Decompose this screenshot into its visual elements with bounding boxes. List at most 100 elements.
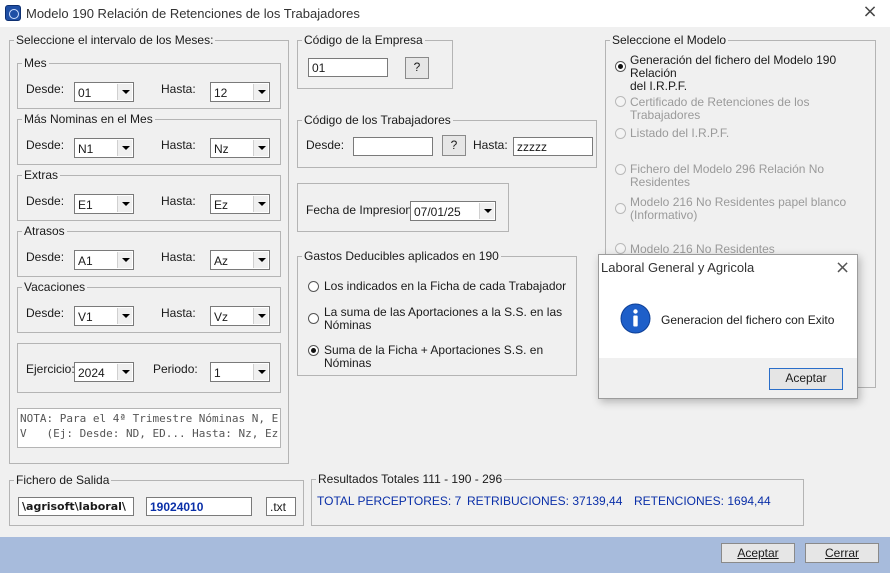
trabajadores-hasta-input[interactable]: zzzzz [513,137,593,156]
fichero-ext-input[interactable]: .txt [266,497,296,516]
app-icon [5,5,21,21]
mes-group: Mes Desde: 01 Hasta: 12 [17,56,281,109]
chevron-down-icon[interactable] [253,140,268,156]
chevron-down-icon[interactable] [117,252,132,268]
info-icon [620,303,651,334]
atrasos-desde-value: A1 [78,254,93,268]
chevron-down-icon[interactable] [253,252,268,268]
fichero-path-input[interactable]: \agrisoft\laboral\ [18,497,134,516]
atrasos-desde-label: Desde: [26,250,65,264]
dialog-ok-button[interactable]: Aceptar [769,368,843,390]
chevron-down-icon[interactable] [253,84,268,100]
chevron-down-icon[interactable] [253,308,268,324]
modelo-label-190: Generación del fichero del Modelo 190 Re… [630,54,875,93]
chevron-down-icon[interactable] [117,308,132,324]
extras-hasta-value: Ez [214,198,229,212]
mes-desde-label: Desde: [26,82,65,96]
periodo-combo[interactable]: 1 [210,362,270,382]
gastos-label-suma: Suma de la Ficha + Aportaciones S.S. en … [324,343,544,370]
empresa-help-button[interactable]: ? [405,57,429,79]
empresa-group: Código de la Empresa 01 ? [297,33,453,89]
atrasos-desde-combo[interactable]: A1 [74,250,134,270]
vacaciones-desde-value: V1 [78,310,93,324]
extras-group: Extras Desde: E1 Hasta: Ez [17,168,281,221]
dialog-close-button[interactable]: × [835,257,850,278]
aceptar-button[interactable]: Aceptar [721,543,795,563]
ejercicio-group: Ejercicio: 2024 Periodo: 1 [17,343,281,393]
total-retenciones: RETENCIONES: 1694,44 [634,494,771,508]
mes-desde-value: 01 [78,86,92,100]
modelo-radio-216-papel[interactable] [615,203,626,214]
chevron-down-icon[interactable] [117,140,132,156]
vacaciones-hasta-combo[interactable]: Vz [210,306,270,326]
fecha-label: Fecha de Impresion: [306,203,416,217]
nominas-desde-label: Desde: [26,138,65,152]
modelo-radio-certificado[interactable] [615,96,626,107]
gastos-label-aportaciones-line2: Nóminas [324,318,372,332]
modelo-radio-listado[interactable] [615,128,626,139]
extras-desde-value: E1 [78,198,93,212]
modelo-radio-190[interactable] [615,61,626,72]
gastos-legend: Gastos Deducibles aplicados en 190 [302,249,501,263]
total-retribuciones: RETRIBUCIONES: 37139,44 [467,494,623,508]
vacaciones-desde-combo[interactable]: V1 [74,306,134,326]
vacaciones-legend: Vacaciones [22,280,88,294]
empresa-code-input[interactable]: 01 [308,58,388,77]
atrasos-legend: Atrasos [22,224,67,238]
extras-hasta-label: Hasta: [161,194,196,208]
periodo-value: 1 [214,366,221,380]
nominas-desde-value: N1 [78,142,94,156]
nominas-hasta-combo[interactable]: Nz [210,138,270,158]
mes-hasta-value: 12 [214,86,228,100]
gastos-radio-aportaciones[interactable] [308,313,319,324]
chevron-down-icon[interactable] [117,84,132,100]
nota-textarea: NOTA: Para el 4ª Trimestre Nóminas N, E,… [17,408,281,448]
gastos-label-ficha: Los indicados en la Ficha de cada Trabaj… [324,279,567,293]
trabajadores-desde-label: Desde: [306,138,345,152]
nota-line-2: V (Ej: Desde: ND, ED... Hasta: Nz, Ez...… [20,427,278,440]
modelo-radio-296[interactable] [615,164,626,175]
fecha-group: Fecha de Impresion: 07/01/25 [297,183,509,232]
mes-hasta-combo[interactable]: 12 [210,82,270,102]
chevron-down-icon[interactable] [479,203,494,219]
message-dialog: Laboral General y Agricola × Generacion … [598,254,858,399]
empresa-legend: Código de la Empresa [302,33,425,47]
modelo-label-216-papel-line2: (Informativo) [630,208,698,222]
chevron-down-icon[interactable] [253,364,268,380]
fichero-name-input[interactable]: 19024010 [146,497,252,516]
nominas-hasta-value: Nz [214,142,229,156]
fichero-legend: Fichero de Salida [14,473,112,487]
vacaciones-group: Vacaciones Desde: V1 Hasta: Vz [17,280,281,333]
window-title: Modelo 190 Relación de Retenciones de lo… [26,6,360,21]
mes-desde-combo[interactable]: 01 [74,82,134,102]
dialog-message: Generacion del fichero con Exito [661,313,835,327]
fecha-combo[interactable]: 07/01/25 [410,201,496,221]
atrasos-group: Atrasos Desde: A1 Hasta: Az [17,224,281,277]
modelo-label-296: Fichero del Modelo 296 Relación No Resid… [630,162,825,189]
resultados-legend: Resultados Totales 111 - 190 - 296 [316,472,505,486]
extras-desde-combo[interactable]: E1 [74,194,134,214]
modelo-label-listado: Listado del I.R.P.F. [630,126,730,140]
fecha-value: 07/01/25 [414,205,461,219]
total-perceptores: TOTAL PERCEPTORES: 7 [317,494,462,508]
modelo-radio-216[interactable] [615,243,626,254]
extras-desde-label: Desde: [26,194,65,208]
chevron-down-icon[interactable] [117,364,132,380]
gastos-radio-ficha[interactable] [308,281,319,292]
trabajadores-help-button[interactable]: ? [442,135,466,156]
gastos-radio-suma[interactable] [308,345,319,356]
window-close-button[interactable]: × [858,2,882,24]
nominas-group: Más Nominas en el Mes Desde: N1 Hasta: N… [17,112,281,165]
bottom-bar: Aceptar Cerrar [0,537,890,573]
chevron-down-icon[interactable] [117,196,132,212]
nominas-desde-combo[interactable]: N1 [74,138,134,158]
cerrar-button[interactable]: Cerrar [805,543,879,563]
extras-legend: Extras [22,168,61,182]
chevron-down-icon[interactable] [253,196,268,212]
trabajadores-desde-input[interactable] [353,137,433,156]
atrasos-hasta-combo[interactable]: Az [210,250,270,270]
ejercicio-combo[interactable]: 2024 [74,362,134,382]
dialog-title: Laboral General y Agricola [601,260,755,275]
modelo-label-190-line1: Generación del fichero del Modelo 190 Re… [630,53,837,80]
extras-hasta-combo[interactable]: Ez [210,194,270,214]
